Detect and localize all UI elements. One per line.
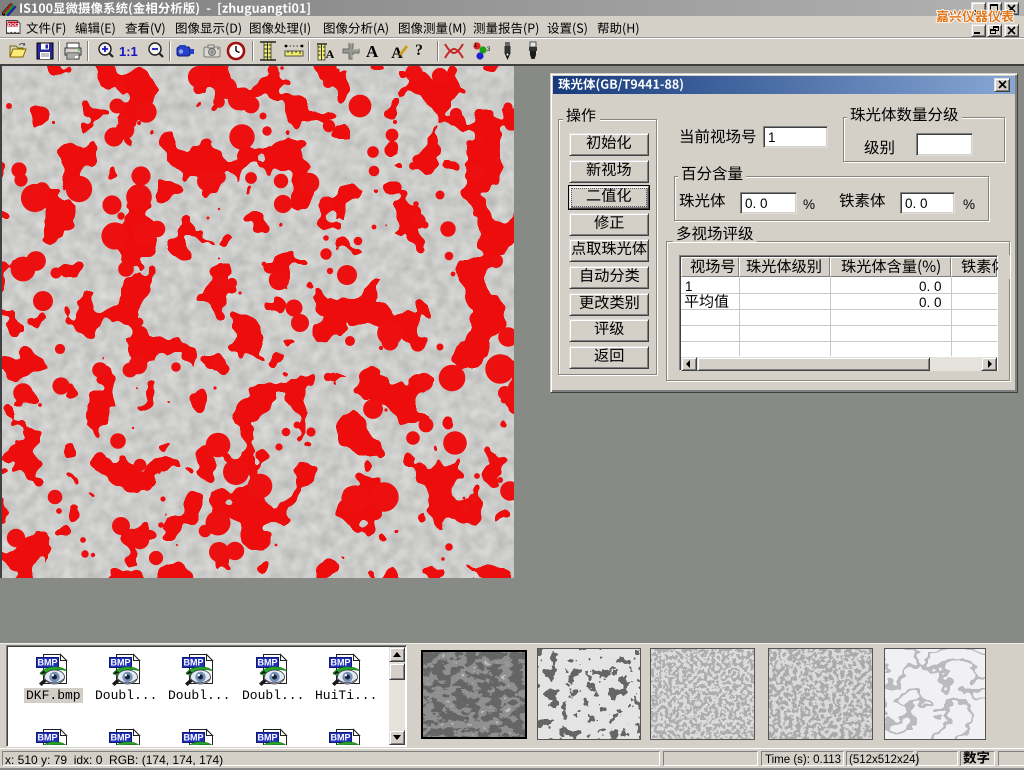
svg-text:DOC: DOC <box>8 22 19 27</box>
svg-text:3: 3 <box>487 47 491 53</box>
svg-text:A: A <box>326 47 335 61</box>
